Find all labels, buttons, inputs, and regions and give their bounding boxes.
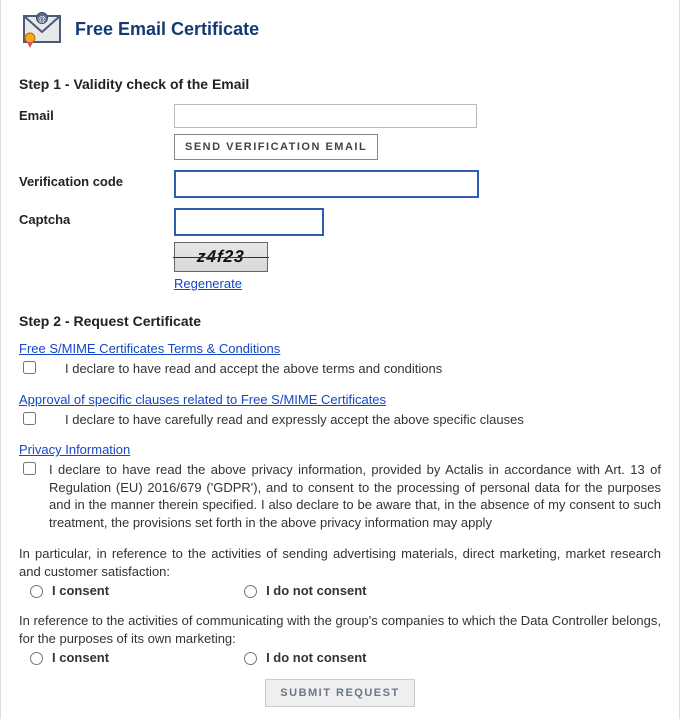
privacy-link[interactable]: Privacy Information <box>19 442 130 457</box>
marketing2-noconsent-option[interactable]: I do not consent <box>239 649 366 665</box>
no-consent-label: I do not consent <box>266 583 366 598</box>
clauses-link[interactable]: Approval of specific clauses related to … <box>19 392 386 407</box>
marketing2-radios: I consent I do not consent <box>25 649 661 665</box>
terms-checkbox[interactable] <box>23 361 36 374</box>
step2-heading: Step 2 - Request Certificate <box>19 313 661 329</box>
marketing1-noconsent-radio[interactable] <box>244 585 257 598</box>
email-input[interactable] <box>174 104 477 128</box>
marketing2-text: In reference to the activities of commun… <box>19 612 661 647</box>
marketing1-radios: I consent I do not consent <box>25 582 661 598</box>
terms-check-row: I declare to have read and accept the ab… <box>19 360 661 378</box>
marketing1-consent-radio[interactable] <box>30 585 43 598</box>
clauses-check-label: I declare to have carefully read and exp… <box>65 411 661 429</box>
page-container: @ Free Email Certificate Step 1 - Validi… <box>0 0 680 719</box>
verification-code-label: Verification code <box>19 170 174 189</box>
marketing1-consent-option[interactable]: I consent <box>25 582 109 598</box>
svg-text:@: @ <box>38 15 46 24</box>
terms-link[interactable]: Free S/MIME Certificates Terms & Conditi… <box>19 341 280 356</box>
terms-check-label: I declare to have read and accept the ab… <box>65 360 661 378</box>
clauses-check-row: I declare to have carefully read and exp… <box>19 411 661 429</box>
step1-heading: Step 1 - Validity check of the Email <box>19 76 661 92</box>
submit-wrap: SUBMIT REQUEST <box>19 679 661 707</box>
privacy-checkbox[interactable] <box>23 462 36 475</box>
regenerate-link[interactable]: Regenerate <box>174 276 242 291</box>
marketing2-noconsent-radio[interactable] <box>244 652 257 665</box>
marketing2-consent-radio[interactable] <box>30 652 43 665</box>
marketing2-consent-option[interactable]: I consent <box>25 649 109 665</box>
captcha-row: Captcha z4f23 Regenerate <box>19 208 661 291</box>
page-title: Free Email Certificate <box>75 19 259 40</box>
verification-code-input[interactable] <box>174 170 479 198</box>
email-label: Email <box>19 104 174 123</box>
email-certificate-icon: @ <box>19 10 63 48</box>
consent-label: I consent <box>52 583 109 598</box>
send-verification-button[interactable]: SEND VERIFICATION EMAIL <box>174 134 378 160</box>
captcha-label: Captcha <box>19 208 174 227</box>
captcha-image: z4f23 <box>174 242 268 272</box>
submit-request-button[interactable]: SUBMIT REQUEST <box>265 679 414 707</box>
marketing1-text: In particular, in reference to the activ… <box>19 545 661 580</box>
consent-label-2: I consent <box>52 650 109 665</box>
page-header: @ Free Email Certificate <box>19 10 661 48</box>
verification-code-row: Verification code <box>19 170 661 198</box>
captcha-strike <box>173 257 269 258</box>
marketing1-noconsent-option[interactable]: I do not consent <box>239 582 366 598</box>
clauses-checkbox[interactable] <box>23 412 36 425</box>
no-consent-label-2: I do not consent <box>266 650 366 665</box>
email-row: Email SEND VERIFICATION EMAIL <box>19 104 661 160</box>
privacy-check-row: I declare to have read the above privacy… <box>19 461 661 531</box>
captcha-input[interactable] <box>174 208 324 236</box>
privacy-check-label: I declare to have read the above privacy… <box>49 461 661 531</box>
